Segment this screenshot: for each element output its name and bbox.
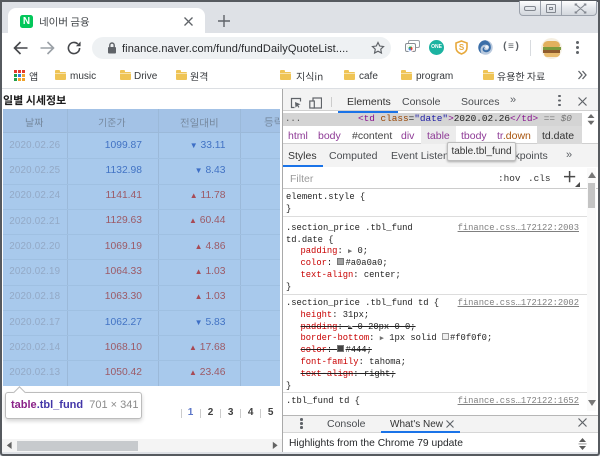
svg-text:S: S — [459, 43, 465, 52]
